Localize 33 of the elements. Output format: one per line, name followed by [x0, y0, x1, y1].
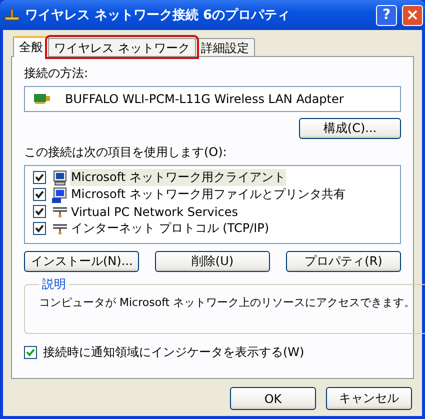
checkbox-label: 接続時に通知領域にインジケータを表示する(W)	[43, 344, 304, 361]
list-item[interactable]: インターネット プロトコル (TCP/IP)	[70, 220, 270, 237]
description-text: コンピュータが Microsoft ネットワーク上のリソースにアクセスできます。	[39, 296, 416, 309]
action-button[interactable]: プロパティ(R)	[286, 251, 401, 272]
components-label: この接続は次の項目を使用します(O):	[24, 144, 228, 161]
configure-button[interactable]: 構成(C)...	[299, 118, 401, 139]
network-protocol-icon	[52, 206, 68, 218]
list-item[interactable]: Microsoft ネットワーク用クライアント	[70, 169, 286, 186]
network-icon	[4, 7, 20, 23]
computer-icon	[52, 186, 68, 202]
computer-icon	[52, 170, 68, 186]
checkbox[interactable]	[33, 171, 46, 184]
tab[interactable]: ワイヤレス ネットワーク	[48, 38, 196, 56]
checkbox[interactable]	[33, 222, 46, 235]
checkbox[interactable]	[24, 346, 37, 359]
dialog-button[interactable]: OK	[230, 387, 316, 410]
network-protocol-icon	[52, 222, 68, 234]
checkbox[interactable]	[33, 188, 46, 201]
connect-using-label: 接続の方法:	[24, 65, 90, 82]
help-button[interactable]: ?	[376, 4, 397, 26]
window-title: ワイヤレス ネットワーク接続 6のプロパティ	[25, 6, 292, 24]
network-card-icon	[33, 93, 51, 105]
adapter-name: BUFFALO WLI-PCM-L11G Wireless LAN Adapter	[65, 92, 344, 106]
checkbox[interactable]	[33, 205, 46, 218]
action-button[interactable]: 削除(U)	[155, 251, 270, 272]
tab[interactable]: 詳細設定	[194, 38, 255, 56]
description-label: 説明	[41, 276, 67, 293]
list-item[interactable]: Microsoft ネットワーク用ファイルとプリンタ共有	[70, 186, 346, 203]
tab[interactable]: 全般	[13, 36, 49, 57]
action-button[interactable]: インストール(N)...	[24, 251, 139, 272]
list-item[interactable]: Virtual PC Network Services	[70, 204, 239, 218]
dialog-button[interactable]: キャンセル	[326, 387, 412, 410]
close-button[interactable]: ×	[402, 4, 423, 26]
